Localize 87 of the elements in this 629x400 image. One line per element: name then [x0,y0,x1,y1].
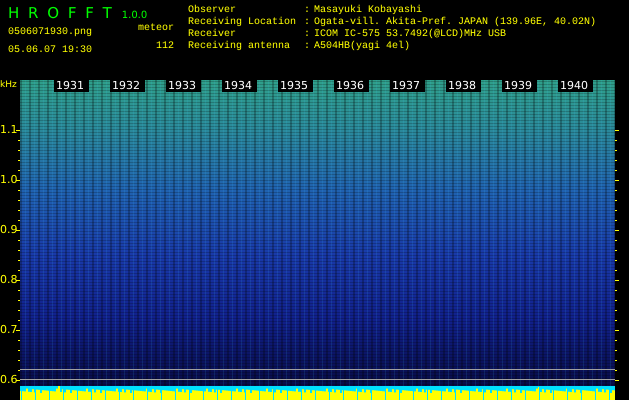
axis-tick [615,170,617,171]
time-label: 1939 [502,80,537,92]
time-label: 1937 [390,80,425,92]
axis-tick [18,160,20,161]
axis-tick [615,280,619,281]
axis-tick [615,370,617,371]
field-label: Receiving Location [188,17,298,28]
axis-tick [615,150,617,151]
axis-tick [615,220,617,221]
axis-tick [615,290,617,291]
axis-tick [615,350,617,351]
axis-tick [16,380,20,381]
field-label: Receiving antenna [188,41,292,53]
field-label: Receiver [188,29,238,40]
field-separator: : [304,41,312,53]
axis-tick [615,340,617,341]
field-separator: : [304,17,312,29]
field-label: Observer [188,5,238,16]
axis-tick [615,310,617,311]
axis-tick [18,140,20,141]
axis-tick [615,230,619,231]
axis-label: 1.0 [0,173,18,187]
axis-tick [615,200,617,201]
axis-tick [615,300,617,301]
axis-tick [18,300,20,301]
axis-tick [615,160,617,161]
field-value: A504HB(yagi 4el) [314,41,412,53]
axis-tick [18,220,20,221]
axis-tick [615,380,619,381]
axis-tick [615,360,617,361]
axis-tick [18,260,20,261]
axis-tick [615,320,617,321]
field-value: ICOM IC-575 53.7492(@LCD)MHz USB [314,29,508,40]
axis-tick [16,180,20,181]
axis-tick [615,210,617,211]
time-label: 1938 [446,80,481,92]
axis-unit: kHz [0,80,17,90]
axis-label: 0.8 [0,273,18,287]
counter-value: 112 [156,40,174,54]
axis-label: 0.7 [0,323,18,337]
axis-tick [615,270,617,271]
time-label: 1934 [222,80,257,92]
field-separator: : [304,5,312,17]
time-label: 1933 [166,80,201,92]
axis-tick [18,190,20,191]
axis-tick [615,180,619,181]
axis-tick [18,170,20,171]
field-separator: : [304,29,312,41]
axis-tick [18,290,20,291]
axis-tick [18,350,20,351]
file-name: 0506071930.png [8,26,94,40]
axis-tick [615,330,619,331]
axis-tick [16,280,20,281]
axis-tick [16,130,20,131]
time-label: 1935 [278,80,313,92]
axis-tick [615,260,617,261]
axis-tick [615,140,617,141]
axis-tick [16,230,20,231]
counter-label: meteor [138,22,174,36]
axis-tick [615,190,617,191]
axis-tick [18,360,20,361]
date-time: 05.06.07 19:30 [8,44,94,58]
time-label: 1931 [54,80,89,92]
axis-tick [18,340,20,341]
axis-tick [18,370,20,371]
axis-tick [18,310,20,311]
axis-label: 1.1 [0,123,18,137]
time-label: 1940 [558,80,593,92]
axis-tick [18,270,20,271]
app-title: H R O F F T [8,4,114,22]
axis-tick [18,200,20,201]
axis-tick [18,320,20,321]
time-label: 1932 [110,80,145,92]
axis-tick [615,240,617,241]
axis-tick [18,150,20,151]
axis-tick [18,250,20,251]
time-label: 1936 [334,80,369,92]
axis-tick [18,210,20,211]
axis-tick [615,130,619,131]
axis-label: 0.6 [0,373,18,387]
version-number: 1.0.0 [122,10,148,21]
axis-tick [615,250,617,251]
axis-label: 0.9 [0,223,18,237]
axis-tick [16,330,20,331]
field-value: Ogata-vill. Akita-Pref. JAPAN (139.96E, 40.02N) [314,17,596,28]
field-value: Masayuki Kobayashi [314,5,424,16]
axis-tick [18,240,20,241]
